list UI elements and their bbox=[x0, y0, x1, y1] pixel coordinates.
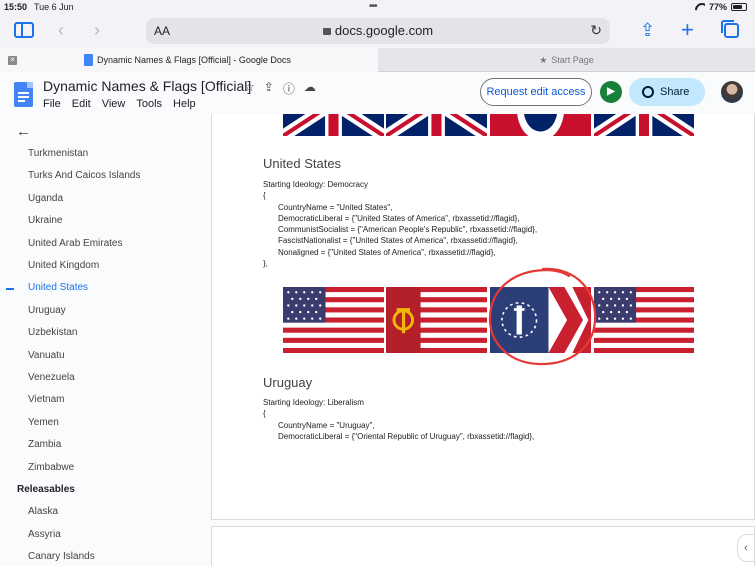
status-bar: 15:50 Tue 6 Jun ••• 77% bbox=[0, 0, 755, 14]
tab-title: Start Page bbox=[551, 55, 594, 65]
close-tab-icon[interactable]: ✕ bbox=[8, 56, 17, 65]
outline-item[interactable]: Uganda bbox=[28, 193, 63, 204]
cloud-status-icon[interactable]: ☁ bbox=[304, 80, 316, 97]
new-tab-icon[interactable]: + bbox=[681, 19, 694, 41]
outline-item[interactable]: Ukraine bbox=[28, 215, 62, 226]
outline-item[interactable]: United Kingdom bbox=[28, 260, 99, 271]
uk-flag-image bbox=[594, 114, 694, 136]
outline-item[interactable]: Venezuela bbox=[28, 372, 75, 383]
tab-google-docs[interactable]: ✕ Dynamic Names & Flags [Official] - Goo… bbox=[0, 48, 378, 72]
tab-start-page[interactable]: ★ Start Page bbox=[378, 48, 755, 72]
code-line[interactable]: { bbox=[263, 190, 537, 201]
docs-logo-icon[interactable] bbox=[14, 82, 33, 107]
code-line[interactable]: DemocraticLiberal = {"United States of A… bbox=[263, 213, 537, 224]
code-line[interactable]: DemocraticLiberal = {"Oriental Republic … bbox=[263, 431, 534, 442]
tab-strip: ✕ Dynamic Names & Flags [Official] - Goo… bbox=[0, 48, 755, 72]
close-outline-arrow-icon[interactable]: ← bbox=[16, 123, 31, 140]
outline-item[interactable]: Vanuatu bbox=[28, 350, 65, 361]
info-icon[interactable]: ⓘ bbox=[283, 80, 295, 97]
heading-united-states[interactable]: United States bbox=[263, 156, 341, 171]
star-icon: ★ bbox=[539, 55, 548, 65]
code-line[interactable]: Nonaligned = {"United States of America"… bbox=[263, 247, 537, 258]
avatar[interactable] bbox=[721, 81, 743, 103]
move-to-folder-icon[interactable]: ⇪ bbox=[264, 80, 274, 97]
outline-item[interactable]: Uruguay bbox=[28, 305, 66, 316]
document-title[interactable]: Dynamic Names & Flags [Official] bbox=[43, 78, 251, 94]
code-line[interactable]: FascistNationalist = {"United States of … bbox=[263, 235, 537, 246]
multitasking-dots-icon[interactable]: ••• bbox=[369, 1, 377, 12]
annotation-circle bbox=[488, 267, 597, 366]
outline-item[interactable]: Uzbekistan bbox=[28, 327, 77, 338]
document-canvas[interactable]: United States Starting Ideology: Democra… bbox=[209, 114, 755, 566]
battery-percent: 77% bbox=[708, 2, 727, 12]
menu-help[interactable]: Help bbox=[173, 98, 196, 110]
outline-item[interactable]: Canary Islands bbox=[28, 551, 95, 562]
outline-item[interactable]: Vietnam bbox=[28, 394, 65, 405]
heading-uruguay[interactable]: Uruguay bbox=[263, 375, 312, 390]
lock-icon bbox=[322, 28, 331, 35]
menu-file[interactable]: File bbox=[43, 98, 61, 110]
forward-icon[interactable]: › bbox=[94, 20, 100, 40]
share-button[interactable]: Share bbox=[629, 78, 705, 106]
tab-overview-icon[interactable] bbox=[721, 20, 739, 38]
uk-communist-flag-image bbox=[490, 114, 591, 136]
uk-flag-image bbox=[386, 114, 487, 136]
address-bar[interactable]: AA docs.google.com ↻ bbox=[146, 18, 610, 44]
document-page-next[interactable] bbox=[211, 526, 755, 566]
status-time: 15:50 bbox=[4, 2, 28, 12]
request-edit-access-button[interactable]: Request edit access bbox=[480, 78, 592, 106]
code-line[interactable]: Starting Ideology: Democracy bbox=[263, 179, 537, 190]
meet-icon[interactable]: ▶ bbox=[600, 81, 622, 103]
docs-favicon-icon bbox=[84, 54, 93, 66]
code-line[interactable]: CountryName = "United States", bbox=[263, 202, 537, 213]
outline-item[interactable]: Turkmenistan bbox=[28, 148, 88, 159]
star-icon[interactable]: ☆ bbox=[244, 80, 255, 97]
current-heading-marker bbox=[6, 288, 14, 291]
menu-view[interactable]: View bbox=[102, 98, 126, 110]
code-block-uruguay[interactable]: Starting Ideology: Liberalism{CountryNam… bbox=[263, 397, 534, 442]
outline-section-header[interactable]: Releasables bbox=[17, 484, 75, 495]
tab-title: Dynamic Names & Flags [Official] - Googl… bbox=[97, 55, 291, 65]
code-line[interactable]: Starting Ideology: Liberalism bbox=[263, 397, 534, 408]
reload-icon[interactable]: ↻ bbox=[590, 22, 602, 39]
docs-header: Dynamic Names & Flags [Official] ☆ ⇪ ⓘ ☁… bbox=[0, 72, 755, 114]
outline-item[interactable]: Alaska bbox=[28, 506, 58, 517]
browser-toolbar: ‹ › AA docs.google.com ↻ ⇪ + bbox=[0, 14, 755, 48]
outline-item[interactable]: Assyria bbox=[28, 529, 61, 540]
menu-edit[interactable]: Edit bbox=[72, 98, 91, 110]
menu-tools[interactable]: Tools bbox=[136, 98, 162, 110]
us-communist-flag-image bbox=[386, 287, 487, 353]
code-line[interactable]: CommunistSocialist = {"American People's… bbox=[263, 224, 537, 235]
chevron-left-icon[interactable]: ‹ bbox=[737, 534, 755, 562]
menu-bar: File Edit View Tools Help bbox=[43, 98, 196, 110]
outline-item[interactable]: Zambia bbox=[28, 439, 61, 450]
us-flag-image bbox=[283, 287, 384, 353]
outline-item[interactable]: Zimbabwe bbox=[28, 462, 74, 473]
document-outline: ← Turkmenistan Turks And Caicos Islands Ug… bbox=[0, 114, 209, 566]
code-block-united-states[interactable]: Starting Ideology: Democracy{CountryName… bbox=[263, 179, 537, 269]
outline-item[interactable]: United States bbox=[28, 282, 88, 293]
uk-flag-image bbox=[283, 114, 384, 136]
document-page[interactable]: United States Starting Ideology: Democra… bbox=[211, 114, 755, 520]
back-icon[interactable]: ‹ bbox=[58, 20, 64, 40]
code-line[interactable]: { bbox=[263, 408, 534, 419]
code-line[interactable]: CountryName = "Uruguay", bbox=[263, 420, 534, 431]
globe-icon bbox=[642, 86, 654, 98]
sidebar-toggle-icon[interactable] bbox=[14, 22, 34, 38]
battery-icon bbox=[731, 3, 747, 11]
us-flag-image bbox=[594, 287, 694, 353]
outline-item[interactable]: United Arab Emirates bbox=[28, 238, 123, 249]
wifi-icon bbox=[695, 3, 705, 11]
outline-item[interactable]: Turks And Caicos Islands bbox=[28, 170, 140, 181]
url-text: docs.google.com bbox=[334, 23, 434, 38]
outline-item[interactable]: Yemen bbox=[28, 417, 59, 428]
share-icon[interactable]: ⇪ bbox=[640, 20, 655, 40]
status-date: Tue 6 Jun bbox=[34, 2, 74, 12]
